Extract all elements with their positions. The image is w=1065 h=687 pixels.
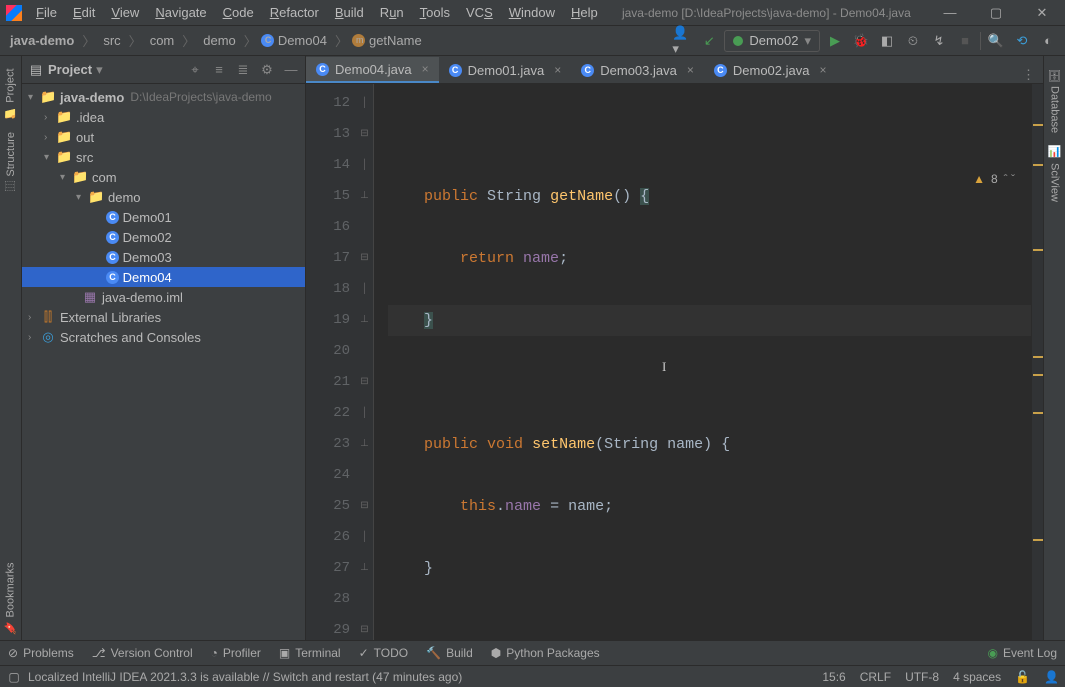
collapse-all-icon[interactable]: ≣ (235, 62, 251, 78)
tree-scratches[interactable]: ›◎Scratches and Consoles (22, 327, 305, 347)
select-opened-icon[interactable]: ⌖ (187, 62, 203, 78)
line-sep[interactable]: CRLF (860, 670, 891, 684)
hide-icon[interactable]: — (283, 62, 299, 78)
crumb-src[interactable]: src (99, 33, 124, 48)
breadcrumb: java-demo〉 src〉 com〉 demo〉 C Demo04〉 m g… (6, 31, 426, 50)
project-panel-title[interactable]: Project (48, 62, 92, 77)
run-config-selector[interactable]: Demo02▾ (724, 30, 820, 52)
project-tree[interactable]: ▾📁java-demoD:\IdeaProjects\java-demo ›📁.… (22, 84, 305, 640)
crumb-method[interactable]: getName (365, 33, 426, 48)
menu-vcs[interactable]: VCS (458, 5, 501, 20)
tree-item-demo01[interactable]: C Demo01 (22, 207, 305, 227)
search-icon[interactable]: 🔍 (985, 30, 1007, 52)
crumb-demo[interactable]: demo (199, 33, 240, 48)
dropdown-icon[interactable]: ▾ (96, 62, 103, 78)
readonly-icon[interactable]: 🔓 (1015, 670, 1030, 684)
close-icon[interactable]: × (554, 63, 561, 77)
project-sidebar: ▤ Project ▾ ⌖ ≡ ≣ ⚙ — ▾📁java-demoD:\Idea… (22, 56, 306, 640)
tab-demo01[interactable]: CDemo01.java× (439, 57, 572, 83)
tool-terminal[interactable]: ▣ Terminal (279, 646, 341, 660)
code-editor[interactable]: public String getName() { return name; }… (374, 84, 1031, 640)
line-gutter[interactable]: 121314151617181920212223242526272829 (306, 84, 356, 640)
user-icon[interactable]: 👤▾ (672, 30, 694, 52)
text-cursor-icon: I (662, 359, 666, 375)
menu-tools[interactable]: Tools (412, 5, 458, 20)
window-title: java-demo [D:\IdeaProjects\java-demo] - … (606, 6, 927, 20)
close-icon[interactable]: × (687, 63, 694, 77)
tool-build[interactable]: 🔨 Build (426, 646, 473, 660)
profile-icon[interactable]: ⏲ (902, 30, 924, 52)
tree-item-demo03[interactable]: C Demo03 (22, 247, 305, 267)
indent[interactable]: 4 spaces (953, 670, 1001, 684)
tool-project-tab[interactable]: 📁 Project (2, 62, 19, 126)
tab-demo02[interactable]: CDemo02.java× (704, 57, 837, 83)
tool-todo[interactable]: ✓ TODO (359, 646, 409, 660)
sync-icon[interactable]: ⟲ (1011, 30, 1033, 52)
tool-python[interactable]: ⬢ Python Packages (491, 646, 600, 660)
editor-tabs: CDemo04.java× CDemo01.java× CDemo03.java… (306, 56, 1043, 84)
tab-demo03[interactable]: CDemo03.java× (571, 57, 704, 83)
project-panel-icon: ▤ (28, 62, 44, 78)
class-icon: C (261, 34, 274, 47)
error-stripe[interactable] (1031, 84, 1043, 640)
tool-bookmarks-tab[interactable]: 🔖 Bookmarks (2, 556, 19, 640)
expand-all-icon[interactable]: ≡ (211, 62, 227, 78)
tree-item-demo04[interactable]: C Demo04 (22, 267, 305, 287)
fold-gutter[interactable]: │⊟│⊥ ⊟│⊥ ⊟│⊥ ⊟│⊥ ⊟ (356, 84, 374, 640)
menu-run[interactable]: Run (372, 5, 412, 20)
tool-profiler[interactable]: ◔ Profiler (211, 646, 261, 660)
minimize-button[interactable]: ― (927, 5, 973, 21)
menu-file[interactable]: File (28, 5, 65, 20)
tool-vcs[interactable]: ⎇ Version Control (92, 646, 193, 660)
crumb-root[interactable]: java-demo (6, 33, 78, 48)
main-menu: File Edit View Navigate Code Refactor Bu… (28, 5, 606, 20)
tree-ext-lib[interactable]: ›⫿⫿External Libraries (22, 307, 305, 327)
attach-icon[interactable]: ↯ (928, 30, 950, 52)
close-icon[interactable]: × (422, 62, 429, 76)
stop-icon[interactable]: ■ (954, 30, 976, 52)
menu-navigate[interactable]: Navigate (147, 5, 214, 20)
status-message[interactable]: Localized IntelliJ IDEA 2021.3.3 is avai… (28, 670, 462, 684)
close-button[interactable]: ✕ (1019, 5, 1065, 21)
settings-icon[interactable]: ⚙ (259, 62, 275, 78)
method-icon: m (352, 34, 365, 47)
crumb-com[interactable]: com (146, 33, 179, 48)
close-icon[interactable]: × (819, 63, 826, 77)
tree-item-demo02[interactable]: C Demo02 (22, 227, 305, 247)
run-icon[interactable]: ▶ (824, 30, 846, 52)
maximize-button[interactable]: ▢ (973, 5, 1019, 21)
ide-features-icon[interactable]: ◐ (1037, 30, 1059, 52)
tool-sciview-tab[interactable]: 📊 SciView (1046, 139, 1063, 207)
tool-eventlog[interactable]: ◉ Event Log (987, 646, 1057, 660)
inspection-widget[interactable]: ▲8 ˆ ˇ (973, 172, 1015, 186)
menu-build[interactable]: Build (327, 5, 372, 20)
tab-menu-icon[interactable]: ⋮ (1014, 67, 1043, 83)
coverage-icon[interactable]: ◧ (876, 30, 898, 52)
caret-position[interactable]: 15:6 (822, 670, 845, 684)
menu-view[interactable]: View (103, 5, 147, 20)
tool-problems[interactable]: ⊘ Problems (8, 646, 74, 660)
crumb-class[interactable]: Demo04 (274, 33, 331, 48)
menu-help[interactable]: Help (563, 5, 606, 20)
ide-status-icon[interactable]: 👤 (1044, 670, 1059, 684)
file-encoding[interactable]: UTF-8 (905, 670, 939, 684)
menu-window[interactable]: Window (501, 5, 563, 20)
tool-database-tab[interactable]: 🗄 Database (1046, 62, 1063, 139)
intellij-icon (6, 5, 22, 21)
menu-code[interactable]: Code (215, 5, 262, 20)
tab-demo04[interactable]: CDemo04.java× (306, 57, 439, 83)
vcs-update-icon[interactable]: ↙ (698, 30, 720, 52)
menu-refactor[interactable]: Refactor (262, 5, 327, 20)
menu-edit[interactable]: Edit (65, 5, 103, 20)
tool-structure-tab[interactable]: ⿳ Structure (1, 126, 21, 198)
debug-icon[interactable]: 🐞 (850, 30, 872, 52)
tree-item-iml[interactable]: ▦java-demo.iml (22, 287, 305, 307)
